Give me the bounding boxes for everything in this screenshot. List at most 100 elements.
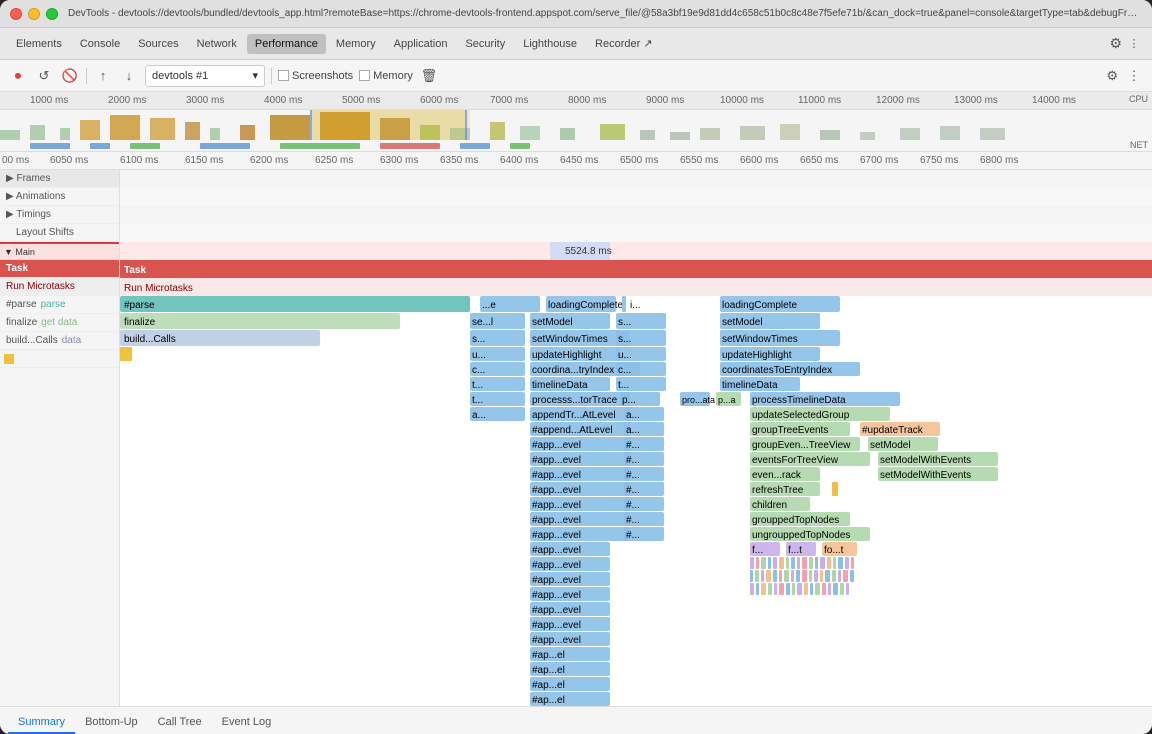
- net-overview[interactable]: NET: [0, 140, 1152, 152]
- detail-ruler-6500: 6500 ms: [620, 155, 658, 166]
- target-selector[interactable]: devtools #1 ▾: [145, 65, 265, 87]
- svg-text:s...: s...: [618, 334, 631, 345]
- detail-ruler-6300: 6300 ms: [380, 155, 418, 166]
- record-button[interactable]: ⏺: [8, 66, 28, 86]
- svg-text:5524.8 ms: 5524.8 ms: [565, 246, 612, 257]
- cpu-overview[interactable]: [0, 110, 1152, 140]
- nav-elements[interactable]: Elements: [8, 34, 70, 54]
- svg-text:#app...evel: #app...evel: [532, 485, 581, 496]
- ruler-2000: 2000 ms: [108, 95, 146, 106]
- svg-text:setModel: setModel: [722, 317, 763, 328]
- reload-record-button[interactable]: ↺: [34, 66, 54, 86]
- top-nav: Elements Console Sources Network Perform…: [0, 28, 1152, 60]
- screenshots-checkbox[interactable]: Screenshots: [278, 70, 353, 82]
- nav-security[interactable]: Security: [457, 34, 513, 54]
- svg-text:eventsForTreeView: eventsForTreeView: [752, 455, 839, 466]
- nav-console[interactable]: Console: [72, 34, 128, 54]
- svg-text:u...: u...: [618, 350, 632, 361]
- svg-text:processTimelineData: processTimelineData: [752, 395, 846, 406]
- svg-text:i...: i...: [630, 300, 641, 311]
- ruler-7000: 7000 ms: [490, 95, 528, 106]
- ruler-12000: 12000 ms: [876, 95, 920, 106]
- svg-text:loadingComplete: loadingComplete: [722, 300, 797, 311]
- nav-performance[interactable]: Performance: [247, 34, 326, 54]
- svg-text:timelineData: timelineData: [722, 380, 778, 391]
- svg-text:s...: s...: [618, 317, 631, 328]
- nav-network[interactable]: Network: [189, 34, 245, 54]
- svg-text:#...: #...: [626, 485, 640, 496]
- ruler-10000: 10000 ms: [720, 95, 764, 106]
- download-button[interactable]: ↓: [119, 66, 139, 86]
- svg-text:ungrouppedTopNodes: ungrouppedTopNodes: [752, 530, 850, 541]
- svg-text:t...: t...: [472, 395, 483, 406]
- svg-text:#...: #...: [626, 440, 640, 451]
- cpu-chart: [0, 110, 1152, 140]
- svg-text:timelineData: timelineData: [532, 380, 588, 391]
- svg-text:s...: s...: [472, 334, 485, 345]
- flame-content: ▶ Frames ▶ Animations ▶ Timings Layout S…: [0, 170, 1152, 706]
- detail-ruler-6600: 6600 ms: [740, 155, 778, 166]
- nav-lighthouse[interactable]: Lighthouse: [515, 34, 585, 54]
- svg-text:#...: #...: [626, 530, 640, 541]
- perf-settings-icon[interactable]: ⚙: [1106, 68, 1118, 84]
- screenshots-label: Screenshots: [292, 70, 353, 82]
- left-row-yellow-block: [0, 350, 119, 368]
- perf-more-button[interactable]: ⋮: [1124, 66, 1144, 86]
- detail-ruler-6000: 00 ms: [2, 155, 29, 166]
- expand-animations[interactable]: ▶ Animations: [6, 191, 65, 202]
- tab-call-tree[interactable]: Call Tree: [148, 712, 212, 734]
- expand-frames[interactable]: ▶ Frames: [6, 173, 50, 184]
- nav-recorder[interactable]: Recorder ↗: [587, 33, 661, 54]
- detail-ruler-6350: 6350 ms: [440, 155, 478, 166]
- settings-gear-icon[interactable]: ⚙: [1109, 35, 1122, 52]
- ruler-3000: 3000 ms: [186, 95, 224, 106]
- tab-bottom-up[interactable]: Bottom-Up: [75, 712, 148, 734]
- clear-button[interactable]: 🚫: [60, 66, 80, 86]
- svg-text:c...: c...: [618, 365, 631, 376]
- nav-application[interactable]: Application: [386, 34, 456, 54]
- svg-text:updateHighlight: updateHighlight: [532, 350, 602, 361]
- svg-text:#ap...el: #ap...el: [532, 665, 565, 676]
- net-label: NET: [1130, 140, 1148, 150]
- minimize-button[interactable]: [28, 8, 40, 20]
- expand-timings[interactable]: ▶ Timings: [6, 209, 51, 220]
- flame-chart-svg: 5524.8 ms Task Run Microtasks #parse ...…: [120, 170, 1152, 706]
- svg-text:t...: t...: [472, 380, 483, 391]
- memory-checkbox-input[interactable]: [359, 70, 370, 81]
- svg-text:#...: #...: [626, 470, 640, 481]
- detail-ruler-6250: 6250 ms: [315, 155, 353, 166]
- svg-text:#ap...el: #ap...el: [532, 650, 565, 661]
- maximize-button[interactable]: [46, 8, 58, 20]
- nav-sources[interactable]: Sources: [130, 34, 186, 54]
- memory-checkbox[interactable]: Memory: [359, 70, 413, 82]
- svg-text:p...a: p...a: [718, 395, 736, 405]
- ruler-1000: 1000 ms: [30, 95, 68, 106]
- svg-text:#ap...el: #ap...el: [532, 695, 565, 706]
- overflow-menu-button[interactable]: ⋮: [1124, 34, 1144, 54]
- tab-summary[interactable]: Summary: [8, 712, 75, 734]
- svg-text:#app...evel: #app...evel: [532, 455, 581, 466]
- ruler-8000: 8000 ms: [568, 95, 606, 106]
- trash-button[interactable]: 🗑: [419, 66, 439, 86]
- detail-ruler-6650: 6650 ms: [800, 155, 838, 166]
- overview-ruler: 1000 ms 2000 ms 3000 ms 4000 ms 5000 ms …: [0, 92, 1152, 110]
- detail-ruler-6700: 6700 ms: [860, 155, 898, 166]
- screenshots-checkbox-input[interactable]: [278, 70, 289, 81]
- right-panel[interactable]: 5524.8 ms Task Run Microtasks #parse ...…: [120, 170, 1152, 706]
- svg-text:#parse: #parse: [124, 300, 155, 311]
- svg-text:...e: ...e: [482, 300, 496, 311]
- svg-text:#...: #...: [626, 455, 640, 466]
- ruler-13000: 13000 ms: [954, 95, 998, 106]
- ruler-9000: 9000 ms: [646, 95, 684, 106]
- svg-text:#app...evel: #app...evel: [532, 605, 581, 616]
- nav-memory[interactable]: Memory: [328, 34, 384, 54]
- upload-button[interactable]: ↑: [93, 66, 113, 86]
- main-section-left: ▼ Main: [0, 242, 119, 260]
- left-row-frames: ▶ Frames: [0, 170, 119, 188]
- detail-ruler-6400: 6400 ms: [500, 155, 538, 166]
- left-panel: ▶ Frames ▶ Animations ▶ Timings Layout S…: [0, 170, 120, 706]
- svg-text:build...Calls: build...Calls: [124, 334, 176, 345]
- close-button[interactable]: [10, 8, 22, 20]
- devtools-window: DevTools - devtools://devtools/bundled/d…: [0, 0, 1152, 734]
- tab-event-log[interactable]: Event Log: [212, 712, 282, 734]
